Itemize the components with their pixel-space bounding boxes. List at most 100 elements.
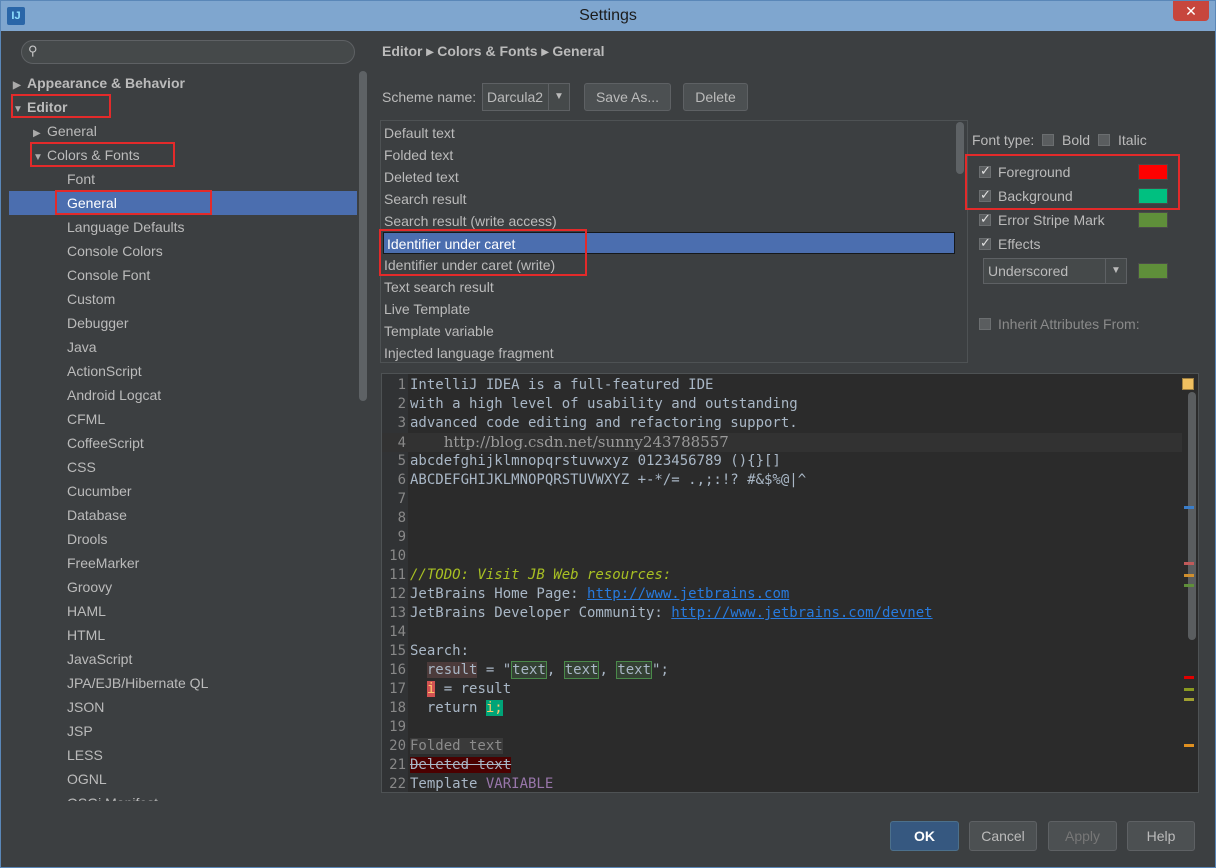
tree-item[interactable]: CSS [9, 455, 357, 479]
cancel-button[interactable]: Cancel [969, 821, 1037, 851]
background-color-swatch[interactable] [1138, 188, 1168, 204]
tree-item[interactable]: Groovy [9, 575, 357, 599]
attribute-list-item[interactable]: Search result [381, 188, 955, 210]
tree-item[interactable]: JavaScript [9, 647, 357, 671]
background-checkbox[interactable] [979, 187, 991, 203]
tree-item[interactable]: Java [9, 335, 357, 359]
tree-item[interactable]: CFML [9, 407, 357, 431]
attribute-list-item[interactable]: Folded text [381, 144, 955, 166]
bold-label: Bold [1062, 132, 1091, 148]
tree-item[interactable]: JPA/EJB/Hibernate QL [9, 671, 357, 695]
stripe-mark[interactable] [1184, 688, 1194, 691]
settings-search-input[interactable]: ⚲ [21, 40, 355, 64]
bold-checkbox[interactable] [1042, 134, 1054, 146]
tree-item-label: Console Colors [67, 243, 163, 259]
tree-item[interactable]: CoffeeScript [9, 431, 357, 455]
code-line: 4 http://blog.csdn.net/sunny243788557 [382, 433, 1182, 452]
inspection-status-icon[interactable] [1182, 378, 1194, 390]
tree-item[interactable]: Database [9, 503, 357, 527]
attribute-list-item[interactable]: Live Template [381, 298, 955, 320]
title-bar[interactable]: IJ Settings ✕ [1, 1, 1215, 31]
tree-item[interactable]: Font [9, 167, 357, 191]
attribute-list-item[interactable]: Deleted text [381, 166, 955, 188]
watermark-text: http://blog.csdn.net/sunny243788557 [443, 433, 729, 451]
editor-scrollbar[interactable] [1188, 392, 1196, 640]
tree-scrollbar[interactable] [359, 71, 367, 401]
tree-item[interactable]: Console Colors [9, 239, 357, 263]
foreground-label: Foreground [998, 164, 1071, 180]
tree-item[interactable]: Cucumber [9, 479, 357, 503]
tree-item[interactable]: FreeMarker [9, 551, 357, 575]
code-line: 17 i = result [389, 681, 512, 697]
error-stripe-label: Error Stripe Mark [998, 212, 1105, 228]
stripe-mark[interactable] [1184, 574, 1194, 577]
italic-checkbox[interactable] [1098, 134, 1110, 146]
attribute-list-item[interactable]: Identifier under caret [383, 232, 955, 254]
tree-item[interactable]: Console Font [9, 263, 357, 287]
apply-button[interactable]: Apply [1048, 821, 1117, 851]
delete-button[interactable]: Delete [683, 83, 748, 111]
tree-item-label: Editor [27, 99, 68, 115]
inherit-checkbox[interactable] [979, 318, 991, 330]
close-button[interactable]: ✕ [1173, 1, 1209, 21]
foreground-checkbox[interactable] [979, 163, 991, 179]
attribute-list-item[interactable]: Template variable [381, 320, 955, 342]
code-line: 6 ABCDEFGHIJKLMNOPQRSTUVWXYZ +-*/= .,;:!?… [397, 472, 807, 488]
tree-item-label: OGNL [67, 771, 107, 787]
tree-item[interactable]: General [9, 191, 357, 215]
effects-checkbox[interactable] [979, 235, 991, 251]
tree-item[interactable]: ▶ Appearance & Behavior [9, 71, 357, 95]
tree-item-label: CoffeeScript [67, 435, 144, 451]
tree-item[interactable]: ▼ Editor [9, 95, 357, 119]
stripe-mark[interactable] [1184, 698, 1194, 701]
tree-item-label: Console Font [67, 267, 151, 283]
window-title: Settings [579, 7, 637, 24]
attribute-list-item[interactable]: Default text [381, 122, 955, 144]
tree-item[interactable]: Drools [9, 527, 357, 551]
tree-item[interactable]: ActionScript [9, 359, 357, 383]
stripe-mark[interactable] [1184, 676, 1194, 679]
effect-type-select[interactable]: Underscored ▼ [983, 258, 1127, 284]
save-as-button[interactable]: Save As... [584, 83, 671, 111]
attribute-list-scrollbar[interactable] [956, 122, 964, 174]
tree-item[interactable]: Custom [9, 287, 357, 311]
stripe-mark[interactable] [1184, 562, 1194, 565]
attribute-list-item[interactable]: Search result (write access) [381, 210, 955, 232]
tree-item[interactable]: JSP [9, 719, 357, 743]
tree-item[interactable]: HAML [9, 599, 357, 623]
attribute-list-item[interactable]: Identifier under caret (write) [381, 254, 955, 276]
code-line: 20 Folded text [389, 738, 503, 754]
stripe-mark[interactable] [1184, 506, 1194, 509]
error-stripe-color-swatch[interactable] [1138, 212, 1168, 228]
color-preview-editor[interactable]: 1 IntelliJ IDEA is a full-featured IDE 2w… [381, 373, 1199, 793]
stripe-mark[interactable] [1184, 744, 1194, 747]
tree-item[interactable]: Android Logcat [9, 383, 357, 407]
tree-item[interactable]: Debugger [9, 311, 357, 335]
tree-item[interactable]: JSON [9, 695, 357, 719]
help-button[interactable]: Help [1127, 821, 1195, 851]
background-label: Background [998, 188, 1073, 204]
tree-item[interactable]: ▶ General [9, 119, 357, 143]
scheme-name-label: Scheme name: [382, 89, 477, 105]
effects-color-swatch[interactable] [1138, 263, 1168, 279]
foreground-color-swatch[interactable] [1138, 164, 1168, 180]
attribute-list-item[interactable]: Text search result [381, 276, 955, 298]
ok-button[interactable]: OK [890, 821, 959, 851]
code-line: 12 JetBrains Home Page: http://www.jetbra… [389, 586, 790, 602]
tree-item[interactable]: Language Defaults [9, 215, 357, 239]
tree-item[interactable]: OGNL [9, 767, 357, 791]
tree-item-label: JPA/EJB/Hibernate QL [67, 675, 209, 691]
code-line: 5 abcdefghijklmnopqrstuvwxyz 0123456789 (… [397, 453, 781, 469]
tree-item-label: Custom [67, 291, 116, 307]
tree-item[interactable]: LESS [9, 743, 357, 767]
tree-item-label: JSON [67, 699, 105, 715]
tree-item[interactable]: ▼ Colors & Fonts [9, 143, 357, 167]
code-line: 2 with a high level of usability and outs… [397, 396, 798, 412]
scheme-select[interactable]: Darcula2 ▼ [482, 83, 570, 111]
stripe-mark[interactable] [1184, 584, 1194, 587]
attribute-list-item[interactable]: Injected language fragment [381, 342, 955, 362]
error-stripe-checkbox[interactable] [979, 211, 991, 227]
tree-item[interactable]: HTML [9, 623, 357, 647]
tree-item[interactable]: OSGi Manifest [9, 791, 357, 801]
tree-item-label: General [47, 123, 97, 139]
